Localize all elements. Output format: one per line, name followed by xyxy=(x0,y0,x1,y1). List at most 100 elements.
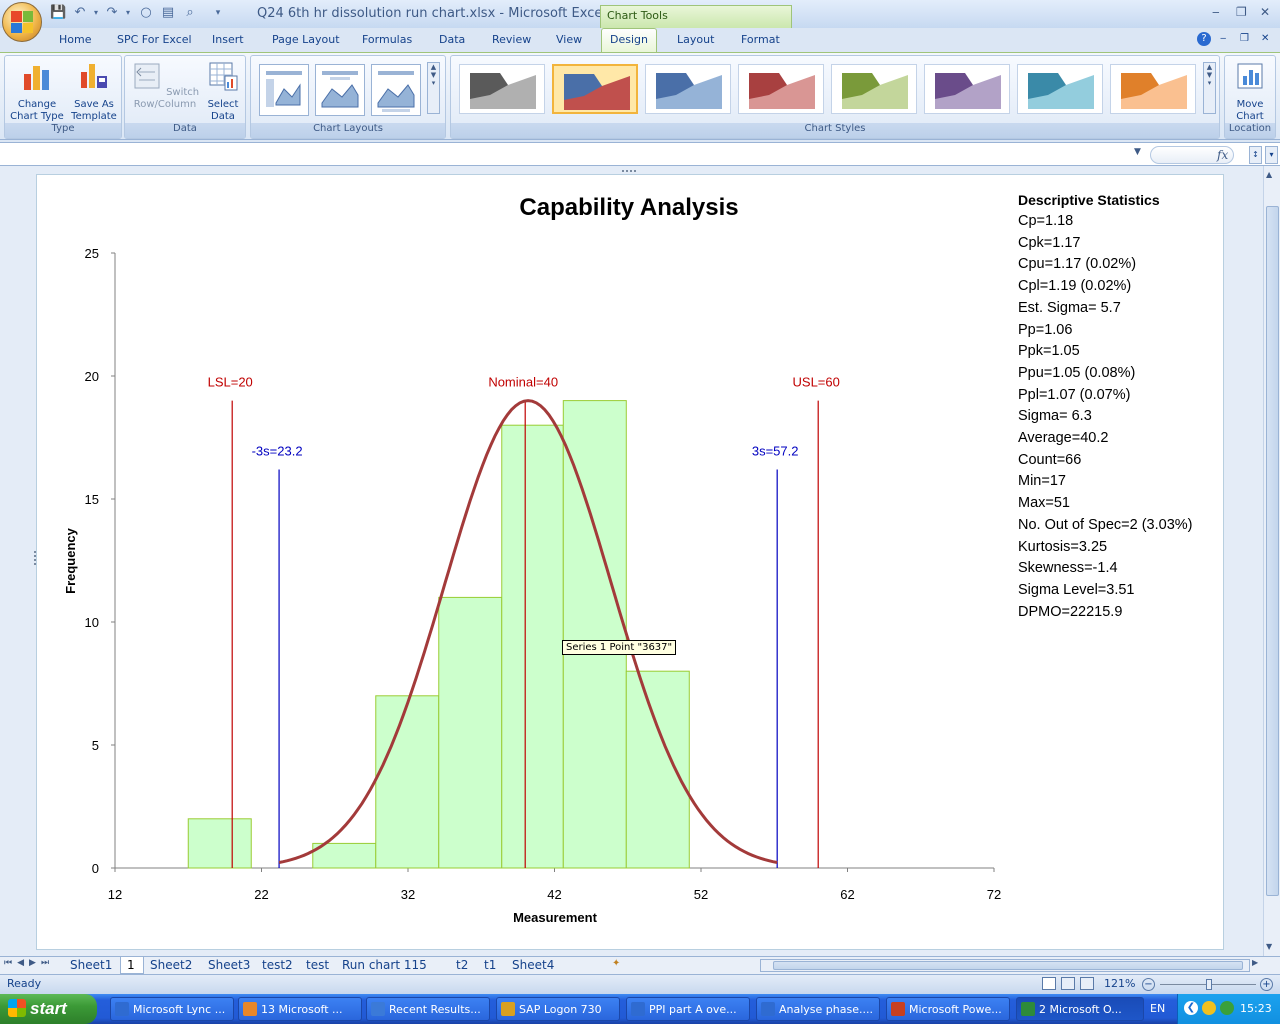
tab-review[interactable]: Review xyxy=(492,33,531,46)
chart-style-1[interactable] xyxy=(459,64,545,114)
scroll-down-icon[interactable]: ▼ xyxy=(1266,942,1272,951)
sheet-tab-1[interactable]: 1 xyxy=(120,957,144,974)
formula-input[interactable] xyxy=(4,146,1144,164)
stat-line: Kurtosis=3.25 xyxy=(1018,538,1108,555)
office-button[interactable] xyxy=(2,2,42,42)
save-icon[interactable]: 💾 xyxy=(50,5,66,21)
styles-gallery-scroll[interactable]: ▲ ▼ ▾ xyxy=(1203,62,1216,114)
taskbar-item[interactable]: 2 Microsoft O... xyxy=(1016,997,1144,1021)
tab-spc-for-excel[interactable]: SPC For Excel xyxy=(117,33,192,46)
y-tick-label: 0 xyxy=(92,861,99,876)
status-text: Ready xyxy=(7,977,42,990)
select-data-button[interactable]: Select Data xyxy=(203,60,243,123)
layouts-gallery-scroll[interactable]: ▲ ▼ ▾ xyxy=(427,62,440,114)
restore-button[interactable]: ❐ xyxy=(1236,5,1247,19)
expand-formula-bar-icon[interactable]: ▾ xyxy=(1265,146,1278,164)
undo-dropdown-icon[interactable]: ▾ xyxy=(88,5,104,21)
tab-design[interactable]: Design xyxy=(601,28,657,52)
chart-resize-handle-top[interactable] xyxy=(622,170,636,173)
sheet-nav-icons[interactable]: ⏮◀▶⏭ xyxy=(4,958,54,968)
tray-messenger-icon[interactable] xyxy=(1202,1001,1216,1015)
minimize-button[interactable]: ‒ xyxy=(1212,5,1220,19)
move-chart-button[interactable]: Move Chart xyxy=(1227,60,1273,123)
chart-style-4[interactable] xyxy=(738,64,824,114)
sheet-tab-run-chart-115-tc[interactable]: Run chart 115 TC xyxy=(336,957,450,986)
vertical-scrollbar[interactable]: ▲ ▼ xyxy=(1263,166,1280,956)
chart-area[interactable]: 0 5 10 15 20 25 12 22 32 42 52 62 72 LSL=20 Nominal=40… xyxy=(36,174,1224,950)
taskbar-item[interactable]: SAP Logon 730 xyxy=(496,997,620,1021)
tab-home[interactable]: Home xyxy=(59,33,91,46)
h-scrollbar-thumb[interactable] xyxy=(773,961,1243,970)
save-as-template-button[interactable]: Save As Template xyxy=(67,60,121,123)
refresh-icon[interactable]: ○ xyxy=(138,5,154,21)
y-tick-label: 15 xyxy=(85,492,99,507)
formula-search[interactable]: fx xyxy=(1150,146,1234,164)
customize-toolbar-icon[interactable]: ▾ xyxy=(210,5,226,21)
tab-insert[interactable]: Insert xyxy=(212,33,244,46)
chart-style-8[interactable] xyxy=(1110,64,1196,114)
zoom-out-button[interactable]: − xyxy=(1142,978,1155,991)
name-box-dropdown-icon[interactable]: ▼ xyxy=(1134,147,1141,157)
tab-format[interactable]: Format xyxy=(741,33,780,46)
start-button[interactable]: start xyxy=(0,994,97,1024)
sheet-tab-t1[interactable]: t1 xyxy=(478,957,506,974)
language-indicator[interactable]: EN xyxy=(1150,1002,1165,1015)
layout-thumbnail-icon xyxy=(321,71,359,108)
insert-sheet-icon[interactable]: ✦ xyxy=(612,958,628,972)
horizontal-scrollbar[interactable] xyxy=(760,959,1250,972)
tab-layout[interactable]: Layout xyxy=(677,33,714,46)
chart-style-5[interactable] xyxy=(831,64,917,114)
x-tick-label: 42 xyxy=(547,887,561,902)
print-preview-icon[interactable]: ⌕ xyxy=(182,5,198,21)
ribbon-restore-icon[interactable]: ❐ xyxy=(1240,33,1249,44)
taskbar-item[interactable]: Microsoft Powe... xyxy=(886,997,1010,1021)
scroll-right-icon[interactable]: ▶ xyxy=(1252,958,1258,967)
normal-view-icon[interactable] xyxy=(1042,977,1056,990)
zoom-slider-thumb[interactable] xyxy=(1206,979,1212,990)
tab-formulas[interactable]: Formulas xyxy=(362,33,412,46)
chart-style-6[interactable] xyxy=(924,64,1010,114)
tray-expand-icon[interactable]: ❮ xyxy=(1184,1001,1198,1015)
scrollbar-thumb[interactable] xyxy=(1266,206,1279,896)
sheet-tab-sheet3[interactable]: Sheet3 xyxy=(202,957,256,974)
tab-page-layout[interactable]: Page Layout xyxy=(272,33,340,46)
change-chart-type-button[interactable]: Change Chart Type xyxy=(9,60,65,123)
taskbar-item[interactable]: Recent Results... xyxy=(366,997,490,1021)
redo-icon[interactable]: ↷ xyxy=(104,5,120,21)
taskbar-item[interactable]: Analyse phase.... xyxy=(756,997,880,1021)
start-label: start xyxy=(30,999,67,1018)
redo-dropdown-icon[interactable]: ▾ xyxy=(120,5,136,21)
sheet-tab-test2[interactable]: test2 xyxy=(256,957,300,974)
switch-row-column-button[interactable]: Switch Row/Column xyxy=(127,60,203,111)
quick-print-icon[interactable]: ▤ xyxy=(160,5,176,21)
chart-style-7[interactable] xyxy=(1017,64,1103,114)
ribbon-close-icon[interactable]: ✕ xyxy=(1261,33,1269,44)
sheet-tab-sheet1[interactable]: Sheet1 xyxy=(64,957,120,974)
insert-function-icon[interactable]: fx xyxy=(1217,148,1228,162)
page-layout-view-icon[interactable] xyxy=(1061,977,1075,990)
tab-view[interactable]: View xyxy=(556,33,582,46)
close-button[interactable]: ✕ xyxy=(1260,5,1270,19)
sheet-tab-t2[interactable]: t2 xyxy=(450,957,478,974)
tray-lync-icon[interactable] xyxy=(1220,1001,1234,1015)
page-break-view-icon[interactable] xyxy=(1080,977,1094,990)
sheet-tab-sheet2[interactable]: Sheet2 xyxy=(144,957,202,974)
zoom-level[interactable]: 121% xyxy=(1104,977,1135,990)
formula-bar-scroll[interactable]: ↕ xyxy=(1249,146,1262,164)
zoom-in-button[interactable]: + xyxy=(1260,978,1273,991)
taskbar-item[interactable]: Microsoft Lync ... xyxy=(110,997,234,1021)
chart-layout-3[interactable] xyxy=(371,64,421,116)
chart-style-3[interactable] xyxy=(645,64,731,114)
tab-data[interactable]: Data xyxy=(439,33,465,46)
chart-layout-1[interactable] xyxy=(259,64,309,116)
scroll-up-icon[interactable]: ▲ xyxy=(1266,170,1272,179)
chart-layout-2[interactable] xyxy=(315,64,365,116)
help-icon[interactable]: ? xyxy=(1197,32,1211,46)
ribbon-minimize-icon[interactable]: ‒ xyxy=(1220,33,1226,44)
taskbar-item[interactable]: 13 Microsoft ... xyxy=(238,997,362,1021)
sheet-tab-test[interactable]: test xyxy=(300,957,336,974)
undo-icon[interactable]: ↶ xyxy=(72,5,88,21)
chart-style-2[interactable] xyxy=(552,64,638,114)
sheet-tab-sheet4[interactable]: Sheet4 xyxy=(506,957,556,974)
taskbar-item[interactable]: PPI part A ove... xyxy=(626,997,750,1021)
